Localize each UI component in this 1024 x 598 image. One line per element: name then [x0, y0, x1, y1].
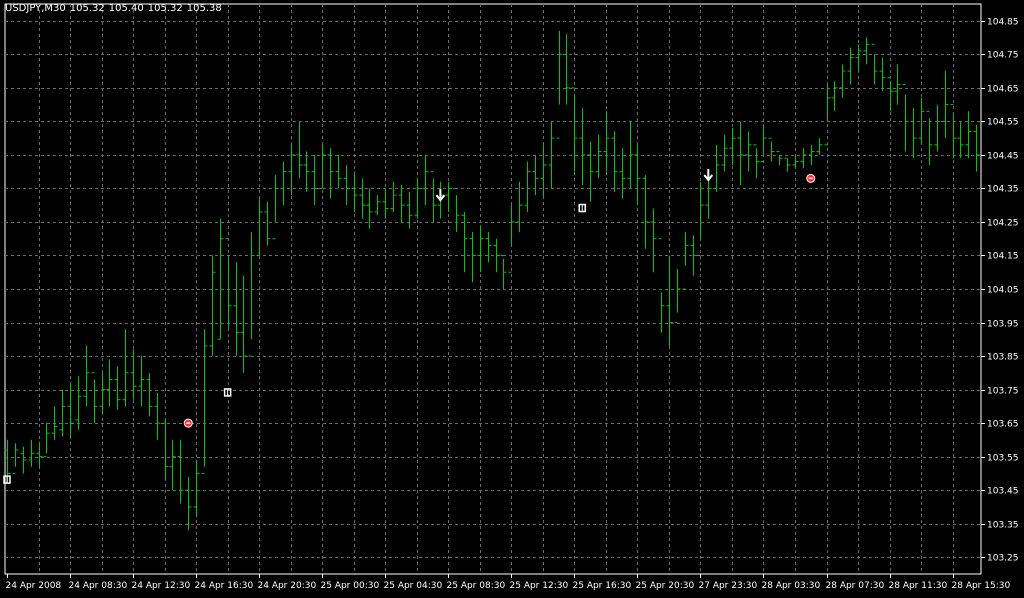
y-tick-label: 104.75: [987, 51, 1019, 61]
x-tick-label: 28 Apr 11:30: [889, 581, 948, 591]
x-tick-label: 25 Apr 00:30: [321, 581, 380, 591]
stop-marker-icon: [806, 173, 816, 183]
x-tick-label: 28 Apr 15:30: [952, 581, 1011, 591]
x-tick-label: 27 Apr 23:30: [699, 581, 758, 591]
x-tick-label: 24 Apr 2008: [6, 581, 62, 591]
x-tick-label: 25 Apr 12:30: [510, 581, 569, 591]
y-tick-label: 104.65: [987, 85, 1019, 95]
x-tick-label: 24 Apr 16:30: [195, 581, 254, 591]
y-tick-label: 103.75: [987, 387, 1019, 397]
price-chart[interactable]: 103.25 103.35 103.45 103.55 103.65 103.75 103.…: [0, 0, 1024, 594]
symbol-timeframe: USDJPY,M30: [5, 3, 66, 14]
y-tick-label: 103.95: [987, 320, 1019, 330]
x-tick-label: 25 Apr 08:30: [447, 581, 506, 591]
y-tick-label: 103.45: [987, 487, 1019, 497]
high-price: 105.40: [108, 3, 144, 14]
y-tick-label: 104.05: [987, 286, 1019, 296]
stop-marker-icon: [183, 418, 193, 428]
x-tick-label: 28 Apr 03:30: [762, 581, 821, 591]
low-price: 105.32: [147, 3, 183, 14]
x-tick-label: 25 Apr 20:30: [636, 581, 695, 591]
x-tick-label: 25 Apr 16:30: [573, 581, 632, 591]
y-tick-label: 104.35: [987, 185, 1019, 195]
y-tick-label: 104.55: [987, 118, 1019, 128]
close-price: 105.38: [186, 3, 222, 14]
y-tick-label: 103.55: [987, 454, 1019, 464]
y-tick-label: 103.35: [987, 521, 1019, 531]
x-tick-label: 25 Apr 04:30: [384, 581, 443, 591]
y-tick-label: 104.85: [987, 18, 1019, 28]
x-tick-label: 24 Apr 20:30: [258, 581, 317, 591]
chart-window[interactable]: USDJPY,M30 105.32 105.40 105.32 105.38 103.2…: [0, 0, 1024, 594]
open-price: 105.32: [69, 3, 105, 14]
y-tick-label: 103.85: [987, 353, 1019, 363]
y-tick-label: 103.25: [987, 554, 1019, 564]
chart-header: USDJPY,M30 105.32 105.40 105.32 105.38: [5, 3, 226, 15]
y-tick-label: 104.45: [987, 152, 1019, 162]
y-tick-label: 103.65: [987, 420, 1019, 430]
y-tick-label: 104.25: [987, 219, 1019, 229]
x-tick-label: 28 Apr 07:30: [826, 581, 885, 591]
y-tick-label: 104.15: [987, 252, 1019, 262]
x-tick-label: 24 Apr 12:30: [132, 581, 191, 591]
x-tick-label: 24 Apr 08:30: [69, 581, 128, 591]
